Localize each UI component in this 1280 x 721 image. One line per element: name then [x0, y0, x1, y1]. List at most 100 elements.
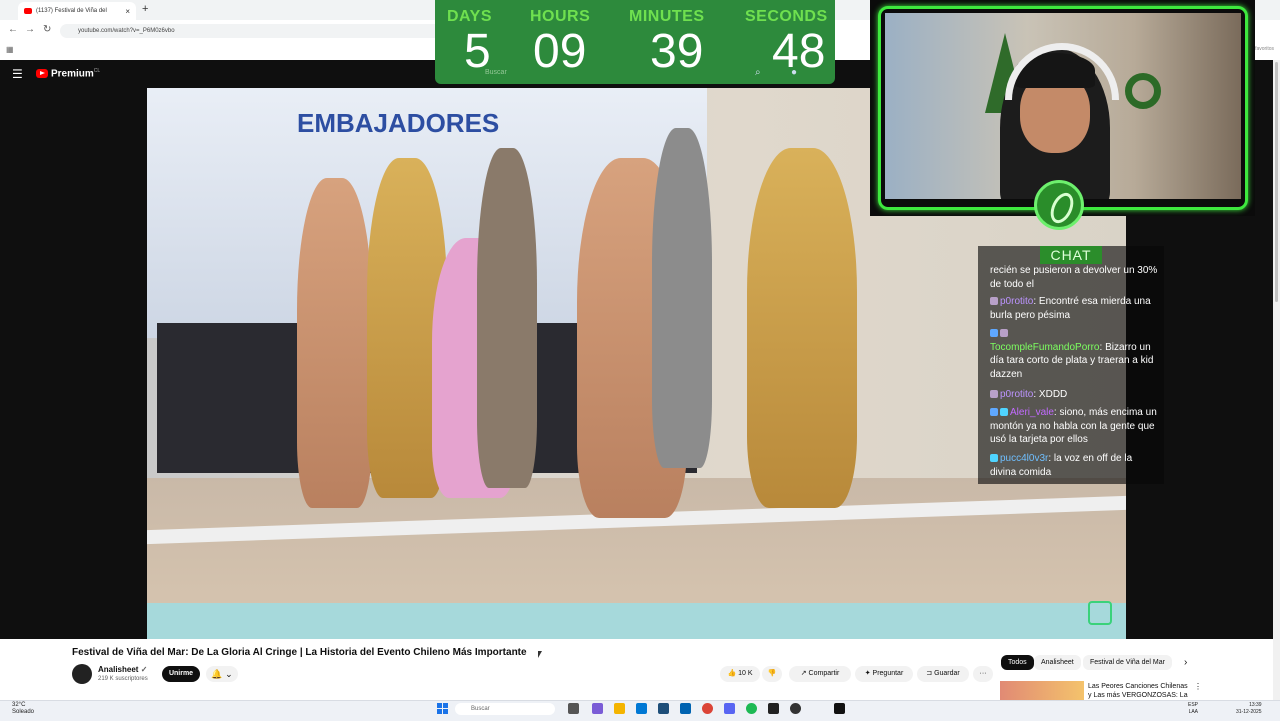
- like-button[interactable]: 👍 10 K: [720, 666, 760, 682]
- save-button[interactable]: ⊐ Guardar: [917, 666, 969, 682]
- streamer-logo-icon: [1034, 180, 1084, 230]
- chat-text: XDDD: [1038, 389, 1068, 400]
- search-icon[interactable]: ⌕: [755, 67, 761, 78]
- reload-icon[interactable]: ↻: [43, 24, 51, 35]
- app-icon[interactable]: [834, 703, 845, 714]
- forward-arrow-icon[interactable]: →: [25, 24, 35, 35]
- youtube-logo-icon[interactable]: [36, 69, 48, 78]
- mouse-cursor-icon: [538, 651, 546, 658]
- chat-username[interactable]: p0rotito: [1000, 389, 1033, 400]
- subscriber-count: 219 K suscriptores: [98, 676, 148, 682]
- clock[interactable]: 13:39 31-12-2025: [1236, 702, 1262, 716]
- chrome-icon[interactable]: [702, 703, 713, 714]
- weather-widget[interactable]: 32°C Soleado: [12, 702, 34, 716]
- verified-icon: ✓: [140, 665, 148, 674]
- badge-icon: [990, 408, 998, 417]
- chat-message: recién se pusieron a devolver un 30% de …: [990, 264, 1158, 291]
- chip-all[interactable]: Todos: [1001, 655, 1034, 670]
- chat-username[interactable]: TocompleFumandoPorro: [990, 342, 1100, 353]
- thumbs-down-icon: 👎: [767, 670, 777, 677]
- clock-time: 13:39: [1249, 702, 1262, 708]
- temperature: 32°C: [12, 702, 26, 708]
- menu-icon[interactable]: ☰: [12, 67, 23, 81]
- youtube-brand[interactable]: PremiumCL: [51, 68, 100, 79]
- chevron-right-icon[interactable]: ›: [1184, 657, 1187, 668]
- countdown-overlay: DAYS HOURS MINUTES SECONDS 5 09 39 48 Bu…: [435, 0, 835, 84]
- file-explorer-icon[interactable]: [568, 703, 579, 714]
- channel-watermark-icon[interactable]: [1088, 601, 1112, 625]
- share-button[interactable]: ↗ Compartir: [789, 666, 851, 682]
- person-figure: [652, 128, 712, 468]
- search-placeholder[interactable]: Buscar: [485, 69, 507, 76]
- like-count: 10 K: [738, 670, 753, 677]
- video-title: Festival de Viña del Mar: De La Gloria A…: [72, 647, 527, 658]
- app-icon[interactable]: [592, 703, 603, 714]
- chat-message: p0rotito: XDDD: [990, 388, 1158, 402]
- browser-tab[interactable]: (1137) Festival de Viña del ×: [18, 2, 136, 20]
- chat-message: Aleri_vale: siono, más encima un montón …: [990, 407, 1157, 445]
- chip-channel[interactable]: Analisheet: [1034, 655, 1081, 670]
- more-options-icon[interactable]: ⋮: [1194, 682, 1202, 691]
- bell-icon: 🔔: [211, 669, 223, 679]
- recommendation-title[interactable]: Las Peores Canciones Chilenas y Las más …: [1088, 682, 1188, 700]
- language-indicator[interactable]: ESP LAA: [1188, 702, 1198, 716]
- start-menu-icon[interactable]: [437, 703, 448, 714]
- chat-text: recién se pusieron a devolver un 30% de …: [990, 265, 1158, 290]
- url-input[interactable]: youtube.com/watch?v=_P6M0z6vbo: [60, 24, 480, 38]
- channel-name[interactable]: Analisheet ✓: [98, 665, 147, 674]
- chat-message: p0rotito: Encontré esa mierda una burla …: [990, 296, 1151, 321]
- countdown-value: 39: [650, 25, 704, 78]
- sparkle-icon: ✦: [864, 670, 871, 677]
- folder-icon[interactable]: [614, 703, 625, 714]
- mail-icon[interactable]: [680, 703, 691, 714]
- chat-username[interactable]: pucc4l0v3r: [1000, 453, 1048, 464]
- microphone-icon[interactable]: ●: [791, 67, 797, 78]
- badge-icon: [990, 329, 998, 338]
- badge-icon: [990, 454, 998, 463]
- countdown-value: 48: [772, 25, 826, 78]
- dislike-button[interactable]: 👎: [762, 666, 782, 682]
- person-figure: [477, 148, 537, 488]
- notification-bell-button[interactable]: 🔔 ⌄: [206, 666, 238, 682]
- chat-message: pucc4l0v3r: la voz en off de la divina c…: [990, 453, 1133, 478]
- spotify-icon[interactable]: [746, 703, 757, 714]
- apps-grid-icon[interactable]: ▦: [6, 45, 14, 54]
- bookmark-icon: ⊐: [926, 670, 933, 677]
- taskbar-search-input[interactable]: Buscar: [455, 703, 555, 715]
- join-button[interactable]: Unirme: [162, 666, 200, 682]
- thumbs-up-icon: 👍: [727, 670, 737, 677]
- store-icon[interactable]: [658, 703, 669, 714]
- badge-icon: [990, 390, 998, 399]
- weather-condition: Soleado: [12, 709, 35, 715]
- more-actions-button[interactable]: ···: [973, 666, 993, 682]
- youtube-favicon-icon: [24, 8, 32, 14]
- badge-icon: [990, 297, 998, 306]
- chat-username[interactable]: p0rotito: [1000, 296, 1033, 307]
- back-arrow-icon[interactable]: ←: [8, 24, 18, 35]
- ask-button[interactable]: ✦ Preguntar: [855, 666, 913, 682]
- chat-username[interactable]: Aleri_vale: [1010, 407, 1054, 418]
- tab-title: (1137) Festival de Viña del: [36, 8, 107, 14]
- recommendation-thumbnail[interactable]: [1000, 681, 1084, 700]
- terminal-icon[interactable]: [768, 703, 779, 714]
- pool-water: [147, 603, 1126, 639]
- badge-icon: [1000, 408, 1008, 417]
- chip-festival[interactable]: Festival de Viña del Mar: [1083, 655, 1172, 670]
- discord-icon[interactable]: [724, 703, 735, 714]
- obs-icon[interactable]: [790, 703, 801, 714]
- scrollbar-thumb[interactable]: [1275, 62, 1278, 302]
- countdown-value: 09: [533, 25, 587, 78]
- chat-message: TocompleFumandoPorro: Bizarro un día tar…: [990, 327, 1158, 381]
- channel-avatar[interactable]: [72, 664, 92, 684]
- favorites-label[interactable]: favoritos: [1255, 46, 1274, 52]
- close-tab-icon[interactable]: ×: [125, 7, 130, 16]
- person-figure: [747, 148, 857, 508]
- clock-date: 31-12-2025: [1236, 709, 1262, 715]
- backdrop-logo: EMBAJADORES: [297, 108, 500, 138]
- person-figure: [297, 178, 372, 508]
- edge-icon[interactable]: [636, 703, 647, 714]
- new-tab-button[interactable]: +: [142, 3, 148, 15]
- share-icon: ↗: [800, 670, 807, 677]
- badge-icon: [1000, 329, 1008, 338]
- chat-title: CHAT: [1040, 246, 1102, 264]
